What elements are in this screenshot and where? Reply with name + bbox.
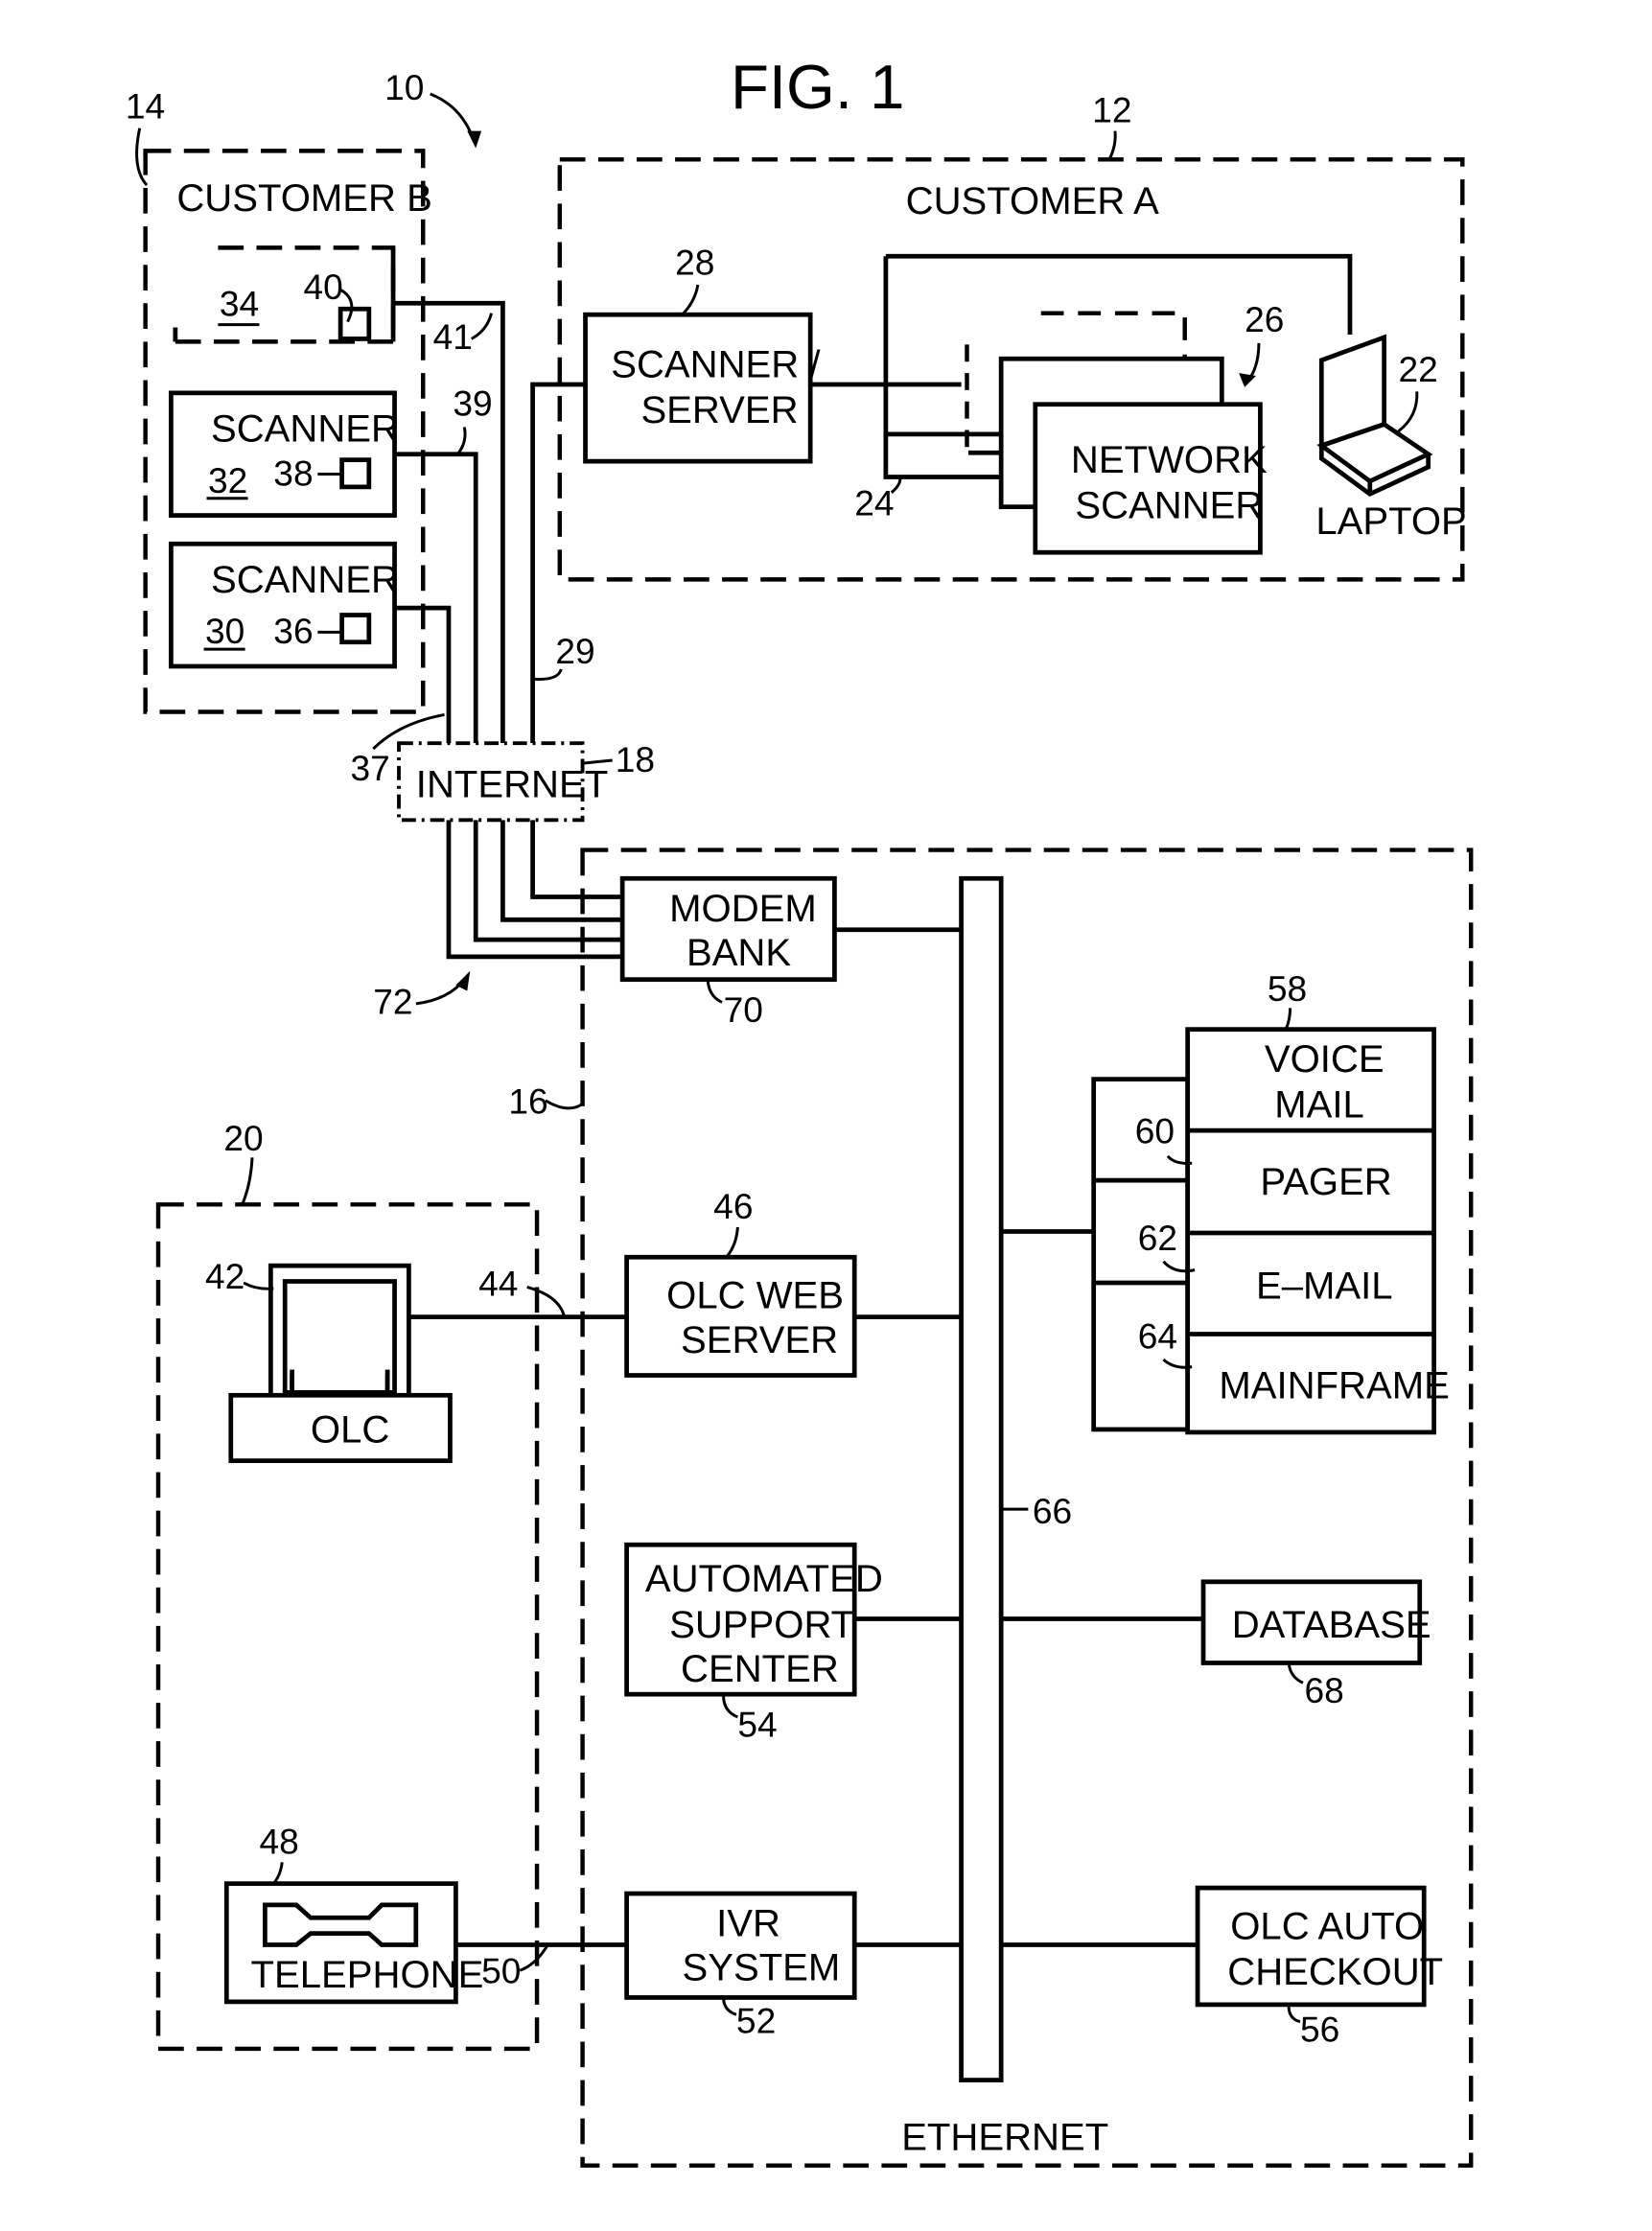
svg-text:INTERNET: INTERNET — [416, 764, 608, 806]
svg-text:SCANNER: SCANNER — [1075, 485, 1263, 527]
svg-text:18: 18 — [616, 739, 655, 779]
telephone-48: TELEPHONE 48 50 — [223, 1821, 627, 2005]
svg-text:20: 20 — [223, 1118, 263, 1158]
svg-text:68: 68 — [1304, 1670, 1343, 1710]
scanner-30: SCANNER 30 36 — [169, 541, 399, 669]
svg-text:OLC AUTO: OLC AUTO — [1230, 1906, 1424, 1948]
svg-text:SERVER: SERVER — [681, 1319, 838, 1361]
customer-a-ref: 12 — [1092, 90, 1131, 130]
customer-b-group: 14 CUSTOMER B 34 40 SCANNER 32 38 SCANNE… — [126, 85, 432, 714]
svg-text:29: 29 — [555, 631, 594, 671]
customer-b-ref: 14 — [126, 85, 165, 126]
mainframe-label: MAINFRAME — [1219, 1364, 1449, 1406]
scanner-server-28: SCANNER / SERVER 28 — [583, 243, 821, 464]
notification-stack-58: 58 VOICE MAIL PAGER 60 E–MAIL 62 MAINFRA… — [1001, 968, 1450, 1435]
svg-text:64: 64 — [1138, 1315, 1177, 1356]
automated-support-center-54: AUTOMATED SUPPORT CENTER 54 — [624, 1542, 962, 1745]
voice-mail-label: VOICE — [1265, 1038, 1384, 1081]
svg-text:44: 44 — [478, 1263, 518, 1303]
email-label: E–MAIL — [1256, 1265, 1393, 1307]
database-68: DATABASE 68 — [1001, 1579, 1431, 1710]
svg-text:IVR: IVR — [716, 1903, 780, 1945]
svg-text:AUTOMATED: AUTOMATED — [645, 1558, 883, 1600]
svg-text:SCANNER: SCANNER — [211, 407, 399, 450]
svg-text:MAIL: MAIL — [1274, 1084, 1364, 1127]
figure-title: FIG. 1 — [731, 52, 905, 122]
svg-text:CENTER: CENTER — [681, 1648, 839, 1690]
system-ref-10: 10 — [384, 67, 482, 149]
network-scanner-26: NETWORK SCANNER 26 — [998, 299, 1284, 555]
svg-text:16: 16 — [508, 1081, 547, 1121]
device-34: 34 40 — [173, 245, 396, 344]
svg-text:54: 54 — [737, 1705, 777, 1745]
internet-18: INTERNET 18 — [397, 739, 655, 823]
svg-text:NETWORK: NETWORK — [1071, 439, 1268, 481]
laptop-22: 22 LAPTOP — [1315, 334, 1467, 543]
olc-web-server-46: OLC WEB SERVER 46 — [624, 1186, 962, 1378]
svg-text:22: 22 — [1398, 349, 1437, 389]
svg-text:34: 34 — [220, 284, 259, 324]
svg-text:41: 41 — [433, 316, 473, 357]
svg-text:28: 28 — [675, 243, 714, 283]
svg-text:38: 38 — [273, 453, 313, 493]
svg-text:30: 30 — [205, 611, 244, 651]
svg-text:52: 52 — [736, 2001, 776, 2041]
svg-text:10: 10 — [384, 67, 424, 107]
svg-text:LAPTOP: LAPTOP — [1315, 500, 1466, 543]
customer-b-label: CUSTOMER B — [176, 177, 431, 220]
svg-text:OLC WEB: OLC WEB — [666, 1275, 844, 1317]
svg-text:42: 42 — [205, 1256, 244, 1296]
svg-text:MODEM: MODEM — [669, 888, 817, 930]
svg-text:SCANNER: SCANNER — [211, 559, 399, 601]
pager-label: PAGER — [1260, 1161, 1391, 1203]
ethernet-label: ETHERNET — [901, 2116, 1108, 2158]
svg-text:58: 58 — [1268, 968, 1307, 1009]
customer-a-group: 12 CUSTOMER A SCANNER / SERVER 28 24 NET… — [557, 90, 1467, 582]
svg-text:TELEPHONE: TELEPHONE — [251, 1954, 484, 1996]
modem-bank-70: MODEM BANK 70 — [619, 875, 962, 1030]
svg-text:DATABASE: DATABASE — [1232, 1604, 1431, 1646]
svg-text:SCANNER /: SCANNER / — [611, 344, 821, 386]
svg-text:24: 24 — [854, 483, 894, 523]
svg-text:60: 60 — [1135, 1110, 1175, 1150]
svg-text:48: 48 — [259, 1821, 298, 1861]
svg-text:36: 36 — [273, 611, 313, 651]
olc-computer-42: OLC 42 44 — [205, 1256, 627, 1463]
svg-text:BANK: BANK — [686, 932, 791, 974]
svg-text:66: 66 — [1033, 1491, 1072, 1531]
svg-text:40: 40 — [304, 267, 343, 307]
scanner-32: SCANNER 32 38 — [169, 390, 399, 518]
svg-text:56: 56 — [1300, 2009, 1339, 2049]
svg-text:26: 26 — [1245, 299, 1284, 339]
svg-text:46: 46 — [713, 1186, 753, 1226]
patent-figure: FIG. 1 10 14 CUSTOMER B 34 40 SCANNER 32 — [126, 52, 1474, 2168]
svg-text:37: 37 — [351, 748, 390, 788]
svg-text:SYSTEM: SYSTEM — [683, 1947, 841, 1989]
ethernet-bus-66: 66 ETHERNET — [901, 875, 1108, 2158]
svg-text:SUPPORT: SUPPORT — [669, 1604, 854, 1646]
svg-text:72: 72 — [373, 981, 412, 1021]
svg-text:70: 70 — [724, 989, 763, 1030]
svg-text:SERVER: SERVER — [640, 389, 798, 431]
svg-text:CHECKOUT: CHECKOUT — [1227, 1951, 1443, 1993]
svg-text:32: 32 — [208, 460, 247, 500]
olc-station-20: 20 OLC 42 44 TELEPHONE 48 50 — [155, 1118, 627, 2052]
svg-text:OLC: OLC — [311, 1408, 389, 1451]
svg-text:62: 62 — [1138, 1218, 1177, 1258]
svg-text:39: 39 — [453, 383, 492, 424]
olc-auto-checkout-56: OLC AUTO CHECKOUT 56 — [1001, 1885, 1443, 2049]
svg-text:50: 50 — [481, 1951, 521, 1991]
ivr-system-52: IVR SYSTEM 52 — [624, 1891, 962, 2041]
customer-a-label: CUSTOMER A — [906, 180, 1160, 222]
